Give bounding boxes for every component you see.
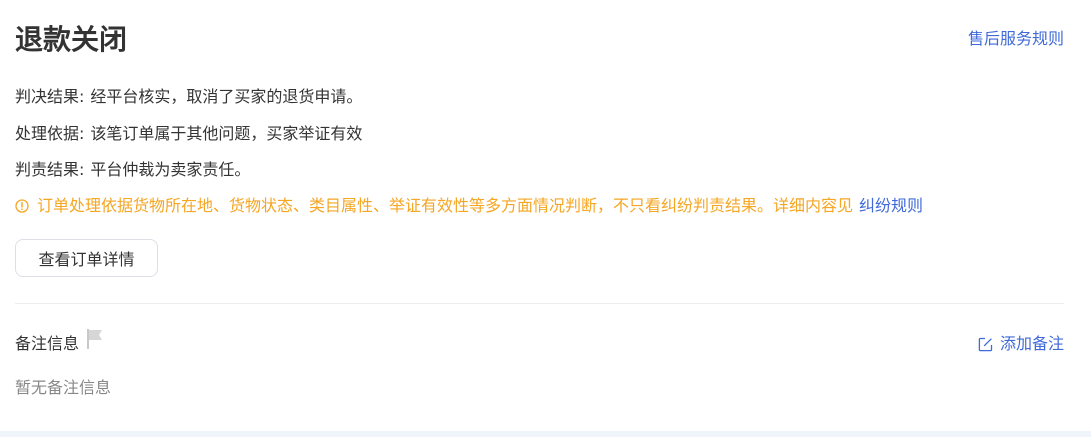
view-order-details-button[interactable]: 查看订单详情	[15, 239, 158, 277]
add-note-label: 添加备注	[999, 334, 1064, 353]
add-note-button[interactable]: 添加备注	[978, 333, 1064, 355]
empty-notes-text: 暂无备注信息	[15, 378, 112, 397]
flag-icon[interactable]	[85, 328, 105, 350]
warning-circle-icon	[15, 199, 29, 213]
section-divider	[15, 303, 1064, 304]
after-sales-rules-link[interactable]: 售后服务规则	[968, 28, 1064, 50]
basis-label: 处理依据:	[15, 124, 85, 143]
page-title: 退款关闭	[15, 23, 128, 56]
judgment-value: 经平台核实，取消了买家的退货申请。	[90, 87, 363, 106]
refund-result-panel: 退款关闭 售后服务规则 判决结果: 经平台核实，取消了买家的退货申请。 处理依据:…	[0, 0, 1091, 437]
judgment-label: 判决结果:	[15, 87, 85, 106]
basis-row: 处理依据: 该笔订单属于其他问题，买家举证有效	[15, 123, 362, 145]
dispute-rules-link[interactable]: 纠纷规则	[859, 195, 923, 217]
responsibility-row: 判责结果: 平台仲裁为卖家责任。	[15, 159, 250, 181]
judgment-row: 判决结果: 经平台核实，取消了买家的退货申请。	[15, 86, 362, 108]
notes-header: 备注信息	[15, 329, 105, 355]
notes-title: 备注信息	[15, 334, 80, 353]
bottom-band	[0, 431, 1091, 437]
notice-text: 订单处理依据货物所在地、货物状态、类目属性、举证有效性等多方面情况判断，不只看纠…	[37, 196, 854, 215]
basis-value: 该笔订单属于其他问题，买家举证有效	[90, 124, 363, 143]
responsibility-value: 平台仲裁为卖家责任。	[90, 160, 251, 179]
responsibility-label: 判责结果:	[15, 160, 85, 179]
dispute-notice: 订单处理依据货物所在地、货物状态、类目属性、举证有效性等多方面情况判断，不只看纠…	[15, 195, 923, 217]
edit-icon	[978, 337, 993, 351]
